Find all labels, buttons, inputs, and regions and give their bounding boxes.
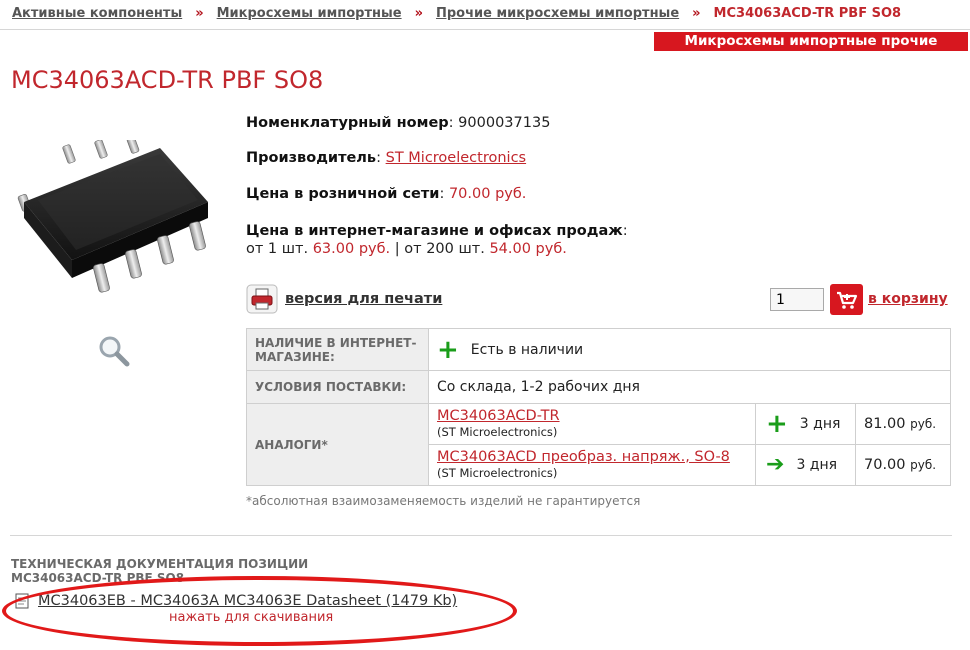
tier1-price: 63.00 руб.: [312, 241, 391, 257]
arrow-right-icon: ➔: [766, 452, 785, 477]
in-stock-plus-icon: +: [437, 334, 459, 365]
online-price-label: Цена в интернет-магазине и офисах продаж: [246, 223, 623, 239]
retail-price-value: 70.00 руб.: [448, 186, 527, 202]
highlight-ellipse: [2, 576, 517, 646]
manufacturer-link[interactable]: ST Microelectronics: [386, 150, 526, 166]
analog-price: 70.00: [864, 457, 906, 473]
category-badge[interactable]: Микросхемы импортные прочие: [654, 32, 968, 51]
quantity-input[interactable]: [770, 288, 824, 311]
online-price-block: Цена в интернет-магазине и офисах продаж…: [246, 223, 628, 257]
product-image[interactable]: [10, 140, 225, 300]
analog-currency: руб.: [910, 417, 937, 431]
analog-link[interactable]: MC34063ACD преобраз. напряж., SO-8: [437, 449, 730, 465]
plus-icon: +: [766, 409, 788, 439]
magnifier-icon[interactable]: [97, 334, 131, 368]
analog-currency: руб.: [910, 458, 937, 472]
analog-term-cell: ➔ 3 дня: [755, 444, 856, 486]
availability-cell: + Есть в наличии: [428, 328, 951, 371]
compatibility-note: *абсолютная взаимозаменяемость изделий н…: [246, 494, 641, 508]
retail-price-label: Цена в розничной сети: [246, 186, 440, 202]
top-divider: [0, 29, 970, 30]
analog-link[interactable]: MC34063ACD-TR: [437, 408, 560, 424]
cart-icon: [837, 291, 858, 309]
analog-term-cell: + 3 дня: [755, 403, 856, 445]
analog-price-cell: 81.00 руб.: [855, 403, 951, 445]
spec-row-delivery: УСЛОВИЯ ПОСТАВКИ: Со склада, 1-2 рабочих…: [246, 370, 951, 404]
availability-value: Есть в наличии: [470, 341, 584, 358]
analog-manufacturer: (ST Microelectronics): [437, 425, 558, 439]
print-version-link[interactable]: версия для печати: [285, 291, 442, 307]
print-version: версия для печати: [246, 284, 546, 314]
analog-name-cell: MC34063ACD преобраз. напряж., SO-8 (ST M…: [428, 444, 756, 486]
analogs-label: АНАЛОГИ*: [246, 403, 429, 486]
section-divider: [10, 535, 952, 536]
breadcrumb-current: MC34063ACD-TR PBF SO8: [713, 6, 902, 21]
printer-icon[interactable]: [246, 284, 278, 314]
analog-name-cell: MC34063ACD-TR (ST Microelectronics): [428, 403, 756, 445]
manufacturer-line: Производитель: ST Microelectronics: [246, 150, 527, 166]
availability-label: НАЛИЧИЕ В ИНТЕРНЕТ-МАГАЗИНЕ:: [246, 328, 429, 371]
breadcrumb-separator: »: [195, 6, 204, 21]
page-title: MC34063ACD-TR PBF SO8: [11, 66, 324, 94]
add-to-cart-link[interactable]: в корзину: [868, 291, 948, 307]
analog-term: 3 дня: [799, 416, 841, 432]
tier1-prefix: от 1 шт.: [246, 241, 309, 257]
retail-price-line: Цена в розничной сети: 70.00 руб.: [246, 186, 527, 202]
spec-table: НАЛИЧИЕ В ИНТЕРНЕТ-МАГАЗИНЕ: + Есть в на…: [246, 328, 951, 486]
breadcrumb-item-other-imported-ics[interactable]: Прочие микросхемы импортные: [436, 6, 679, 21]
delivery-value: Со склада, 1-2 рабочих дня: [428, 370, 951, 404]
tier2-prefix: от 200 шт.: [404, 241, 485, 257]
nomenclature-value: 9000037135: [458, 115, 551, 131]
analog-term: 3 дня: [796, 457, 838, 473]
analog-row: АНАЛОГИ* MC34063ACD-TR (ST Microelectron…: [246, 403, 951, 486]
tier2-price: 54.00 руб.: [489, 241, 567, 257]
add-to-cart-button[interactable]: [830, 284, 863, 315]
breadcrumb: Активные компоненты » Микросхемы импортные…: [12, 6, 901, 21]
nomenclature-label: Номенклатурный номер: [246, 115, 449, 131]
breadcrumb-separator: »: [414, 6, 423, 21]
analog-price-cell: 70.00 руб.: [855, 444, 951, 486]
breadcrumb-separator: »: [692, 6, 701, 21]
analog-price: 81.00: [864, 416, 906, 432]
manufacturer-label: Производитель: [246, 150, 377, 166]
breadcrumb-item-active-components[interactable]: Активные компоненты: [12, 6, 182, 21]
analog-manufacturer: (ST Microelectronics): [437, 466, 558, 480]
spec-row-availability: НАЛИЧИЕ В ИНТЕРНЕТ-МАГАЗИНЕ: + Есть в на…: [246, 328, 951, 371]
delivery-label: УСЛОВИЯ ПОСТАВКИ:: [246, 370, 429, 404]
tier-separator: |: [394, 241, 400, 257]
breadcrumb-item-imported-ics[interactable]: Микросхемы импортные: [217, 6, 402, 21]
docs-heading-line1: ТЕХНИЧЕСКАЯ ДОКУМЕНТАЦИЯ ПОЗИЦИИ: [11, 557, 309, 571]
nomenclature-line: Номенклатурный номер: 9000037135: [246, 115, 551, 131]
